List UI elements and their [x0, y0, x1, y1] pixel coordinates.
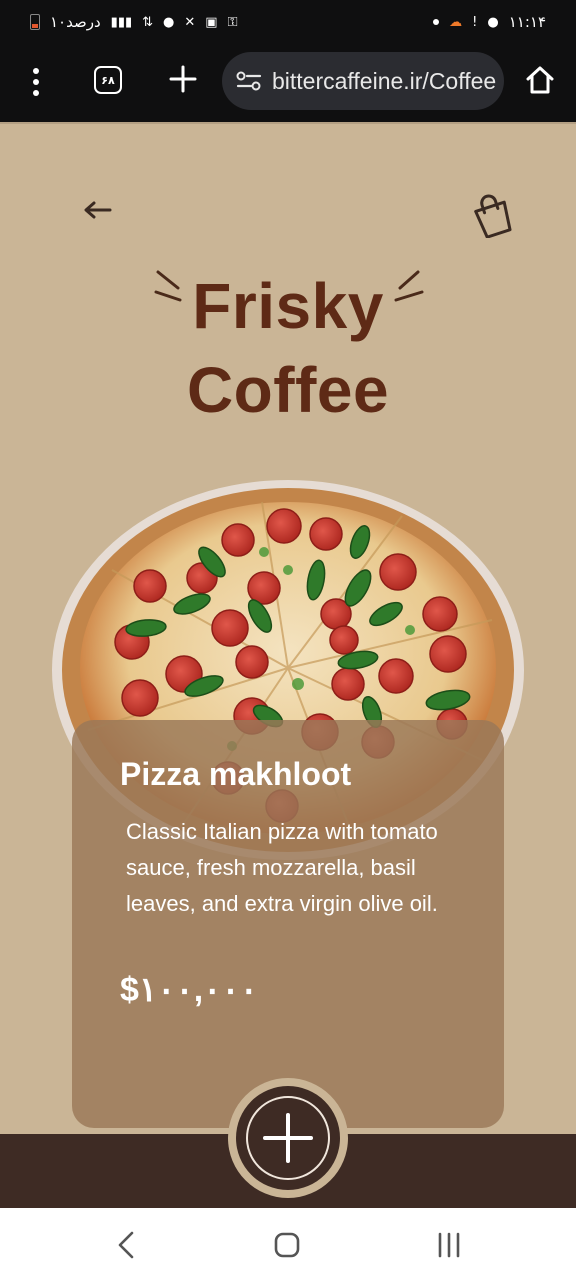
battery-low-icon — [30, 14, 40, 30]
cloud-icon: ☁ — [449, 14, 463, 30]
arrow-left-icon[interactable] — [82, 198, 114, 222]
nav-home-icon[interactable] — [274, 1232, 300, 1258]
product-name: Pizza makhloot — [120, 756, 352, 792]
tune-icon[interactable] — [236, 71, 262, 91]
plus-icon[interactable] — [168, 64, 198, 94]
sparkle-right-icon — [394, 270, 424, 302]
alert-icon: ! — [472, 14, 478, 30]
url-text: bittercaffeine.ir/Coffee — [272, 67, 497, 94]
chat-icon: ● — [487, 14, 499, 30]
menu-dots-icon[interactable] — [26, 68, 46, 98]
clipboard-icon: ▣ — [205, 14, 218, 30]
page-title: Frisky Coffee — [0, 264, 576, 432]
screen: ۱۰درصد ▮▮▮ ⇅ ● ✕ ▣ ⚿ ☁ ! ● ۱۱:۱۴ ۶۸ bitt… — [0, 0, 576, 1280]
mute-icon: ✕ — [184, 14, 196, 30]
home-icon[interactable] — [524, 64, 556, 96]
data-arrows-icon: ⇅ — [142, 14, 154, 30]
status-right: ☁ ! ● ۱۱:۱۴ — [433, 13, 546, 31]
location-icon: ● — [163, 14, 175, 30]
browser-toolbar: ۶۸ bittercaffeine.ir/Coffee — [0, 44, 576, 122]
battery-percent: ۱۰درصد — [50, 13, 101, 31]
fab-inner — [246, 1096, 330, 1180]
key-icon: ⚿ — [227, 14, 238, 30]
product-card: Pizza makhloot Classic Italian pizza wit… — [72, 720, 504, 1128]
title-line-1: Frisky — [192, 270, 384, 342]
system-nav — [0, 1208, 576, 1280]
status-left: ۱۰درصد ▮▮▮ ⇅ ● ✕ ▣ ⚿ — [30, 13, 238, 31]
signal-icon: ▮▮▮ — [110, 14, 133, 30]
product-description: Classic Italian pizza with tomato sauce,… — [126, 819, 438, 916]
dot-icon — [433, 19, 440, 25]
page-content: Frisky Coffee Pizza makhloot Classic Ita… — [0, 122, 576, 1210]
nav-recents-icon[interactable] — [436, 1232, 462, 1258]
clock: ۱۱:۱۴ — [508, 13, 546, 31]
title-line-2: Coffee — [186, 354, 390, 426]
add-to-cart-button[interactable] — [236, 1086, 340, 1190]
nav-back-icon[interactable] — [114, 1230, 138, 1260]
url-bar[interactable]: bittercaffeine.ir/Coffee — [222, 52, 504, 110]
product-price: $۱۰۰,۰۰۰ — [120, 971, 258, 1009]
status-bar: ۱۰درصد ▮▮▮ ⇅ ● ✕ ▣ ⚿ ☁ ! ● ۱۱:۱۴ — [0, 0, 576, 44]
shopping-bag-icon[interactable] — [472, 190, 516, 238]
sparkle-left-icon — [154, 270, 182, 302]
tabs-button[interactable]: ۶۸ — [94, 66, 122, 94]
plus-icon — [263, 1113, 313, 1163]
tab-count: ۶۸ — [101, 73, 115, 87]
